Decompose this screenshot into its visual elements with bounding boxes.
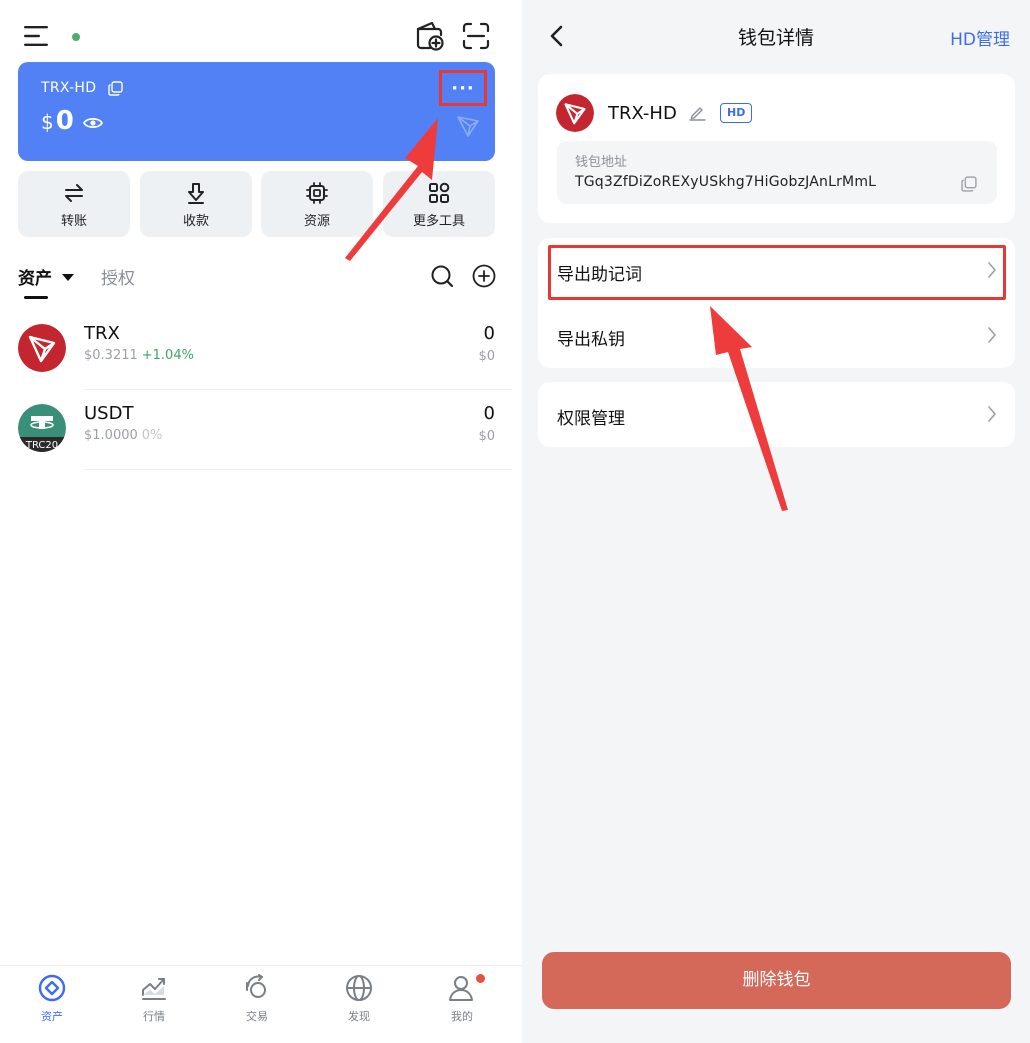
- market-icon: [142, 978, 166, 1000]
- currency-symbol: $: [41, 110, 54, 134]
- wallet-info-card: TRX-HD HD 钱包地址 TGq3ZfDiZoREXyUSkhg7HiGob…: [538, 74, 1015, 223]
- receive-label: 收款: [182, 214, 209, 229]
- search-icon[interactable]: [430, 264, 454, 288]
- wallet-details-screen: 钱包详情 HD管理 TRX-HD HD 钱包地址 TGq3ZfDiZoREXyU…: [522, 0, 1030, 1043]
- token-price: $1.0000 0%: [84, 428, 162, 443]
- token-price-value: $0.3211: [84, 348, 138, 363]
- trade-icon: [246, 974, 266, 998]
- nav-assets-label: 资产: [41, 1010, 63, 1023]
- nav-assets[interactable]: 资产: [0, 966, 104, 1043]
- chip-icon: [306, 182, 328, 204]
- balance-value: 0: [55, 106, 74, 136]
- caret-down-icon[interactable]: [62, 274, 74, 281]
- home-top-bar: [0, 0, 522, 62]
- active-tab-indicator: [24, 296, 48, 299]
- wallet-name: TRX-HD: [608, 103, 677, 124]
- profile-icon: [449, 976, 473, 1001]
- token-change: 0%: [141, 428, 163, 443]
- token-change: +1.04%: [141, 348, 194, 363]
- token-row-usdt[interactable]: TRC20 USDT $1.0000 0% 0 $0: [0, 390, 512, 470]
- row-divider: [84, 469, 512, 470]
- nav-profile[interactable]: 我的: [410, 966, 514, 1043]
- trx-logo-icon: [18, 324, 66, 372]
- nav-discover[interactable]: 发现: [307, 966, 411, 1043]
- nav-trade[interactable]: 交易: [205, 966, 309, 1043]
- token-amount: 0: [483, 403, 495, 424]
- card-balance: $0: [41, 106, 74, 136]
- address-value[interactable]: TGq3ZfDiZoREXyUSkhg7HiGobzJAnLrMmL: [575, 174, 876, 190]
- token-amount: 0: [483, 323, 495, 344]
- token-value: $0: [478, 349, 495, 364]
- tron-watermark-icon: [457, 116, 479, 137]
- token-price: $0.3211 +1.04%: [84, 348, 194, 363]
- token-value: $0: [478, 429, 495, 444]
- tab-assets[interactable]: 资产: [18, 264, 52, 289]
- transfer-button[interactable]: 转账: [18, 171, 130, 237]
- annotation-arrow-right: [710, 306, 788, 511]
- edit-pencil-icon[interactable]: [689, 104, 706, 121]
- copy-icon[interactable]: [961, 176, 977, 192]
- eye-icon[interactable]: [83, 116, 103, 130]
- bottom-navigation: 资产 行情 交易 发现 我的: [0, 965, 522, 1043]
- nav-market[interactable]: 行情: [102, 966, 206, 1043]
- usdt-logo-icon: TRC20: [18, 404, 66, 452]
- transfer-icon: [65, 184, 83, 202]
- address-label: 钱包地址: [575, 155, 628, 170]
- wallet-add-icon[interactable]: [415, 20, 445, 52]
- nav-profile-label: 我的: [451, 1010, 473, 1023]
- hd-manage-link[interactable]: HD管理: [950, 25, 1010, 50]
- wallet-home-screen: TRX-HD $0 ··· 转账 收款 资源 更多工具 资产 授权 TRX $0…: [0, 0, 522, 1043]
- token-price-value: $1.0000: [84, 428, 138, 443]
- hd-badge: HD: [720, 103, 753, 123]
- annotation-arrow-left: [345, 118, 438, 261]
- export-mnemonic-row[interactable]: 导出助记词: [538, 238, 1015, 303]
- add-token-icon[interactable]: [472, 264, 496, 288]
- menu-icon[interactable]: [24, 25, 48, 47]
- token-symbol: USDT: [84, 403, 134, 424]
- scan-icon[interactable]: [462, 22, 490, 50]
- more-options-button[interactable]: ···: [439, 70, 487, 106]
- delete-wallet-button[interactable]: 删除钱包: [542, 952, 1011, 1009]
- receive-button[interactable]: 收款: [140, 171, 252, 237]
- copy-icon[interactable]: [108, 81, 123, 96]
- wallet-address-box: 钱包地址 TGq3ZfDiZoREXyUSkhg7HiGobzJAnLrMmL: [557, 141, 997, 204]
- network-status-dot: [72, 33, 80, 41]
- token-row-trx[interactable]: TRX $0.3211 +1.04% 0 $0: [0, 310, 512, 390]
- nav-market-label: 行情: [143, 1010, 165, 1023]
- chevron-right-icon: [988, 406, 996, 422]
- export-private-key-label: 导出私钥: [557, 330, 625, 350]
- chevron-right-icon: [988, 327, 996, 343]
- card-wallet-name: TRX-HD: [41, 80, 97, 96]
- nav-discover-label: 发现: [348, 1010, 370, 1023]
- tab-authorization[interactable]: 授权: [101, 264, 135, 289]
- transfer-label: 转账: [60, 214, 87, 229]
- nav-trade-label: 交易: [246, 1010, 268, 1023]
- trc20-badge: TRC20: [25, 440, 58, 451]
- notification-badge: [476, 974, 485, 983]
- receive-icon: [188, 183, 204, 204]
- annotation-highlight: [548, 245, 1006, 300]
- permission-management-label: 权限管理: [557, 409, 625, 429]
- asset-tabs: 资产 授权: [18, 262, 498, 302]
- assets-icon: [38, 974, 66, 1002]
- token-symbol: TRX: [84, 323, 120, 344]
- trx-logo-icon: [556, 94, 594, 132]
- globe-icon: [346, 975, 372, 1001]
